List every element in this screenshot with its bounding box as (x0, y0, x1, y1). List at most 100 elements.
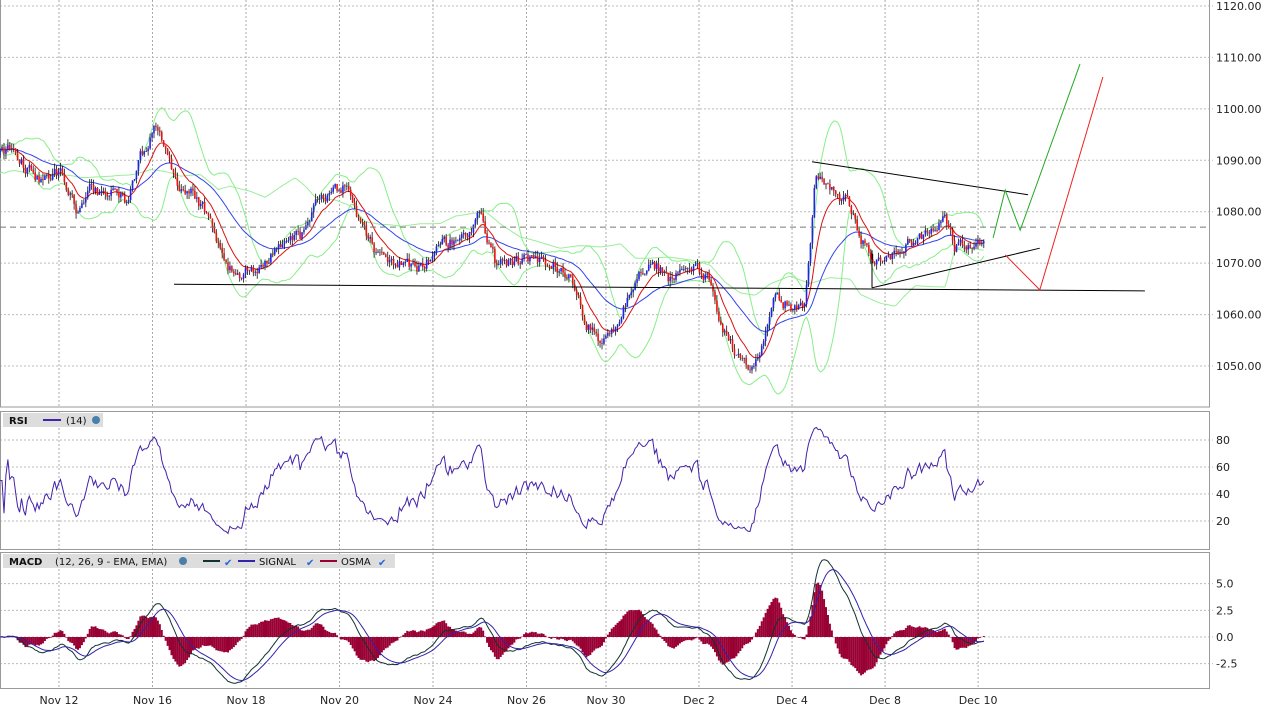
osma-bar (172, 637, 175, 659)
candle-body (749, 369, 751, 371)
candle-body (192, 188, 194, 191)
candle-body (947, 224, 950, 228)
candle-body (244, 267, 247, 275)
macd-panel (0, 552, 1210, 689)
osma-bar (353, 637, 356, 652)
osma-bar (692, 637, 695, 640)
osma-bar (462, 631, 465, 637)
candle-body (696, 263, 699, 265)
macd-checkbox-icon[interactable]: ✔ (224, 558, 232, 569)
candle-body (630, 292, 633, 296)
osma-bar (593, 637, 596, 651)
osma-bar (610, 628, 613, 637)
candle-body (361, 221, 364, 223)
osma-bar (708, 637, 711, 645)
osma-bar (862, 637, 865, 675)
candle-body (854, 213, 857, 220)
osma-bar (838, 637, 841, 654)
candle-body (838, 194, 841, 202)
candle-body (272, 253, 274, 255)
signal-checkbox-icon[interactable]: ✔ (306, 558, 314, 569)
candle-body (114, 188, 116, 190)
osma-bar (388, 637, 391, 646)
osma-bar (343, 637, 346, 640)
osma-bar (341, 637, 344, 640)
osma-bar (380, 637, 383, 653)
candle-body (342, 185, 344, 193)
candle-body (924, 230, 927, 235)
osma-bar (883, 637, 886, 649)
candle-body (628, 295, 631, 298)
osma-bar (273, 617, 276, 637)
rsi-tick-label: 20 (1216, 515, 1230, 528)
osma-bar (162, 635, 165, 637)
osma-bar (351, 637, 354, 649)
candle-body (587, 324, 590, 331)
candle-body (570, 274, 572, 277)
candle-body (585, 323, 588, 331)
candle-body (490, 243, 492, 247)
osma-bar (320, 624, 323, 637)
candle-body (215, 232, 218, 242)
osma-bar (852, 637, 855, 667)
globe-icon[interactable] (92, 416, 100, 424)
globe-icon[interactable] (179, 557, 187, 565)
osma-bar (639, 611, 642, 637)
candle-body (83, 202, 85, 204)
macd-tick-label: -2.5 (1216, 658, 1237, 671)
osma-bar (696, 637, 699, 638)
osma-checkbox-icon[interactable]: ✔ (378, 558, 386, 569)
candle-body (139, 151, 142, 161)
x-tick-label: Nov 12 (40, 694, 79, 707)
candle-body (583, 316, 586, 324)
osma-bar (269, 619, 272, 637)
candle-body (819, 176, 821, 179)
candle-body (86, 190, 89, 198)
rsi-line (0, 426, 985, 535)
candle-body (351, 196, 354, 203)
candle-body (10, 148, 13, 150)
candle-body (897, 250, 899, 254)
osma-bar (304, 630, 307, 637)
candle-body (316, 199, 319, 201)
osma-bar (297, 626, 300, 637)
osma-bar (515, 637, 518, 640)
candle-body (610, 329, 613, 334)
candle-body (36, 175, 38, 180)
osma-bar (597, 637, 600, 649)
osma-bar (978, 637, 981, 638)
candle-body (778, 292, 781, 300)
osma-bar (897, 630, 900, 637)
osma-bar (826, 614, 829, 637)
x-tick-label: Dec 4 (776, 694, 808, 707)
candle-body (26, 167, 29, 174)
candle-body (870, 252, 872, 260)
osma-bar (889, 637, 892, 640)
osma-bar (390, 637, 393, 644)
candle-body (297, 231, 299, 232)
candle-body (390, 258, 393, 261)
candle-body (632, 290, 634, 293)
price-tick-label: 1050.00 (1216, 360, 1262, 373)
candle-body (593, 327, 596, 332)
osma-bar (815, 583, 818, 637)
candle-body (102, 190, 105, 192)
candle-body (307, 222, 309, 226)
candle-body (194, 190, 196, 199)
candle-body (905, 244, 907, 252)
osma-bar (84, 637, 87, 639)
candle-body (957, 242, 960, 246)
candle-body (657, 263, 660, 272)
candle-body (544, 259, 547, 266)
osma-bar (747, 637, 750, 644)
candle-body (40, 178, 42, 183)
candle-body (85, 197, 87, 203)
osma-bar (585, 637, 588, 658)
candle-body (603, 338, 605, 344)
osma-bar (509, 637, 512, 646)
osma-bar (402, 634, 405, 637)
candle-body (825, 183, 827, 185)
rsi-tick-label: 40 (1216, 488, 1230, 501)
candle-body (930, 228, 932, 234)
osma-bar (244, 631, 247, 637)
